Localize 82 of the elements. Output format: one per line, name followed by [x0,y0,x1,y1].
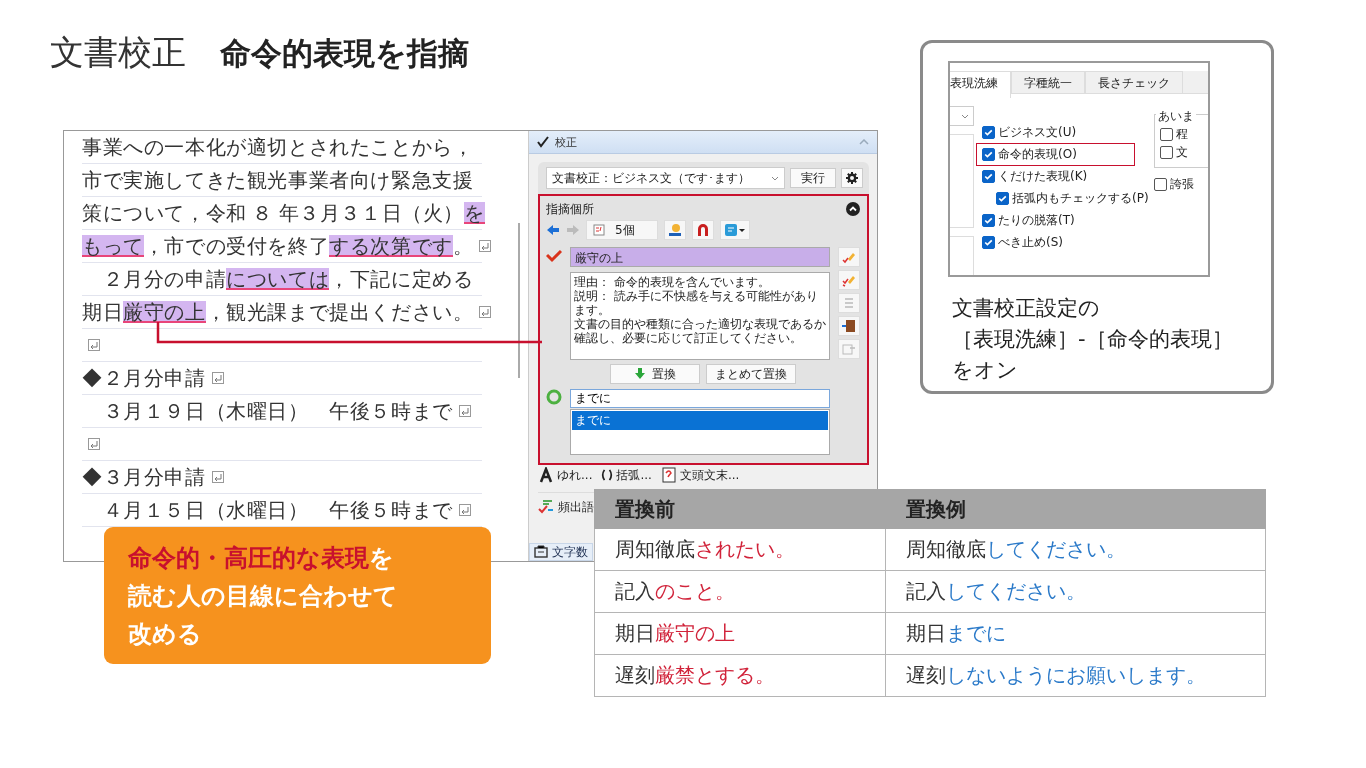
checkbox-label: ビジネス文(U) [998,124,1077,141]
tool-link[interactable]: 文頭文末... [679,466,740,484]
callout-text: 命令的・高圧的な表現を 読む人の目線に合わせて 改める [128,543,399,650]
document-line: ２月分の申請については，下記に定める [101,266,474,292]
column-header: 置換前 [594,489,886,529]
chevron-down-icon [961,113,969,119]
checkbox-label: 誇張 [1170,176,1194,193]
explanation-text: 文書の目的や種類に合った適切な表現であるか確認し、必要に応じて訂正してください。 [574,317,826,346]
panel-title: 校正 [555,134,577,150]
checkbox[interactable] [982,148,995,161]
run-button[interactable]: 実行 [790,168,836,188]
checkbox-label: くだけた表現(K) [998,168,1088,185]
table-cell: 記入 してください。 [885,570,1266,613]
table-cell: 期日 までに [885,612,1266,655]
tool-link[interactable]: ゆれ... [557,466,593,484]
book-icon[interactable] [838,316,860,336]
group-title: あいま [1156,108,1196,125]
table-cell: 周知徹底 してください。 [885,528,1266,571]
suggestion-input[interactable]: までに [570,389,830,408]
check-icon [537,136,549,148]
collapse-icon[interactable] [846,202,860,216]
checkbox[interactable] [982,236,995,249]
document-line: ◆３月分申請 [82,464,206,490]
count-field: 5個 [586,220,658,240]
section-title: 指摘個所 [546,200,594,218]
checkbox[interactable] [1154,178,1167,191]
table-cell: 周知徹底されたい。 [594,528,886,571]
document-line: ◆２月分申請 [82,365,206,391]
checkbox[interactable] [982,126,995,139]
document-line: 市で実施してきた観光事業者向け緊急支援 [82,167,474,193]
checkbox[interactable] [1160,128,1173,141]
document-line: 期日厳守の上，観光課まで提出ください。 [82,299,474,325]
list-panel [950,236,974,275]
magnet-icon[interactable] [692,220,714,240]
tab[interactable]: 字種統一 [1011,71,1085,93]
column-header: 置換例 [885,489,1266,529]
checkbox-label: べき止め(S) [998,234,1063,251]
checkbox-label: 文 [1176,144,1188,161]
mode-dropdown[interactable]: 文書校正：ビジネス文（です･ます） [546,167,785,189]
checkbox-label: 命令的表現(O) [998,146,1077,163]
down-arrow-icon [634,368,646,380]
list-icon [593,224,605,236]
checkbox-label: 括弧内もチェックする(P) [1012,190,1149,207]
gear-icon [846,172,858,184]
document-line: ４月１５日（水曜日） 午後５時まで [101,497,453,523]
checkbox[interactable] [996,192,1009,205]
document-line: 策について，令和 ８ 年３月３１日（火）を [82,200,485,226]
char-count-tab[interactable]: 文字数 [529,543,593,561]
document-line: 事業への一本化が適切とされたことから， [82,134,474,160]
font-icon [538,467,554,483]
parentheses-icon [601,468,614,482]
ring-icon [546,389,562,405]
explanation-text: 理由： 命令的表現を含んでいます。 [574,275,771,290]
table-cell: 遅刻 しないようにお願いします。 [885,654,1266,697]
tool-link[interactable]: 頻出語 [558,498,594,516]
checkbox[interactable] [982,170,995,183]
list-check-icon [538,499,554,515]
settings-button[interactable] [841,168,863,188]
explanation-text: 説明： 読み手に不快感を与える可能性があります。 [574,289,819,318]
suggestion-item[interactable]: までに [572,411,828,430]
document-line: ３月１９日（木曜日） 午後５時まで [101,398,453,424]
checkbox-label: たりの脱落(T) [998,212,1075,229]
check-mark-icon [546,247,562,263]
tab[interactable]: 表現洗練 [950,71,1011,98]
left-arrow-icon[interactable] [546,223,560,237]
replace-all-button[interactable]: まとめて置換 [706,364,796,384]
table-cell: 記入のこと。 [594,570,886,613]
replace-button[interactable]: 置換 [610,364,700,384]
document-icon [660,467,677,483]
slide-category: 文書校正 [50,31,186,74]
chevron-down-icon [771,175,779,181]
table-cell: 期日厳守の上 [594,612,886,655]
scrollbar[interactable] [518,223,520,378]
checkbox[interactable] [1160,146,1173,159]
tab[interactable]: 長さチェック [1085,71,1183,93]
tool-link[interactable]: 括弧... [616,466,652,484]
caption-text: 文書校正設定の ［表現洗練］-［命令的表現］ をオン [952,295,1234,384]
document-line: もって，市での受付を終了する次第です。 [82,233,474,259]
slide-heading: 命令的表現を指摘 [220,34,469,73]
table-cell: 遅刻厳禁とする。 [594,654,886,697]
checkbox-label: 程 [1176,126,1188,143]
checkbox[interactable] [982,214,995,227]
